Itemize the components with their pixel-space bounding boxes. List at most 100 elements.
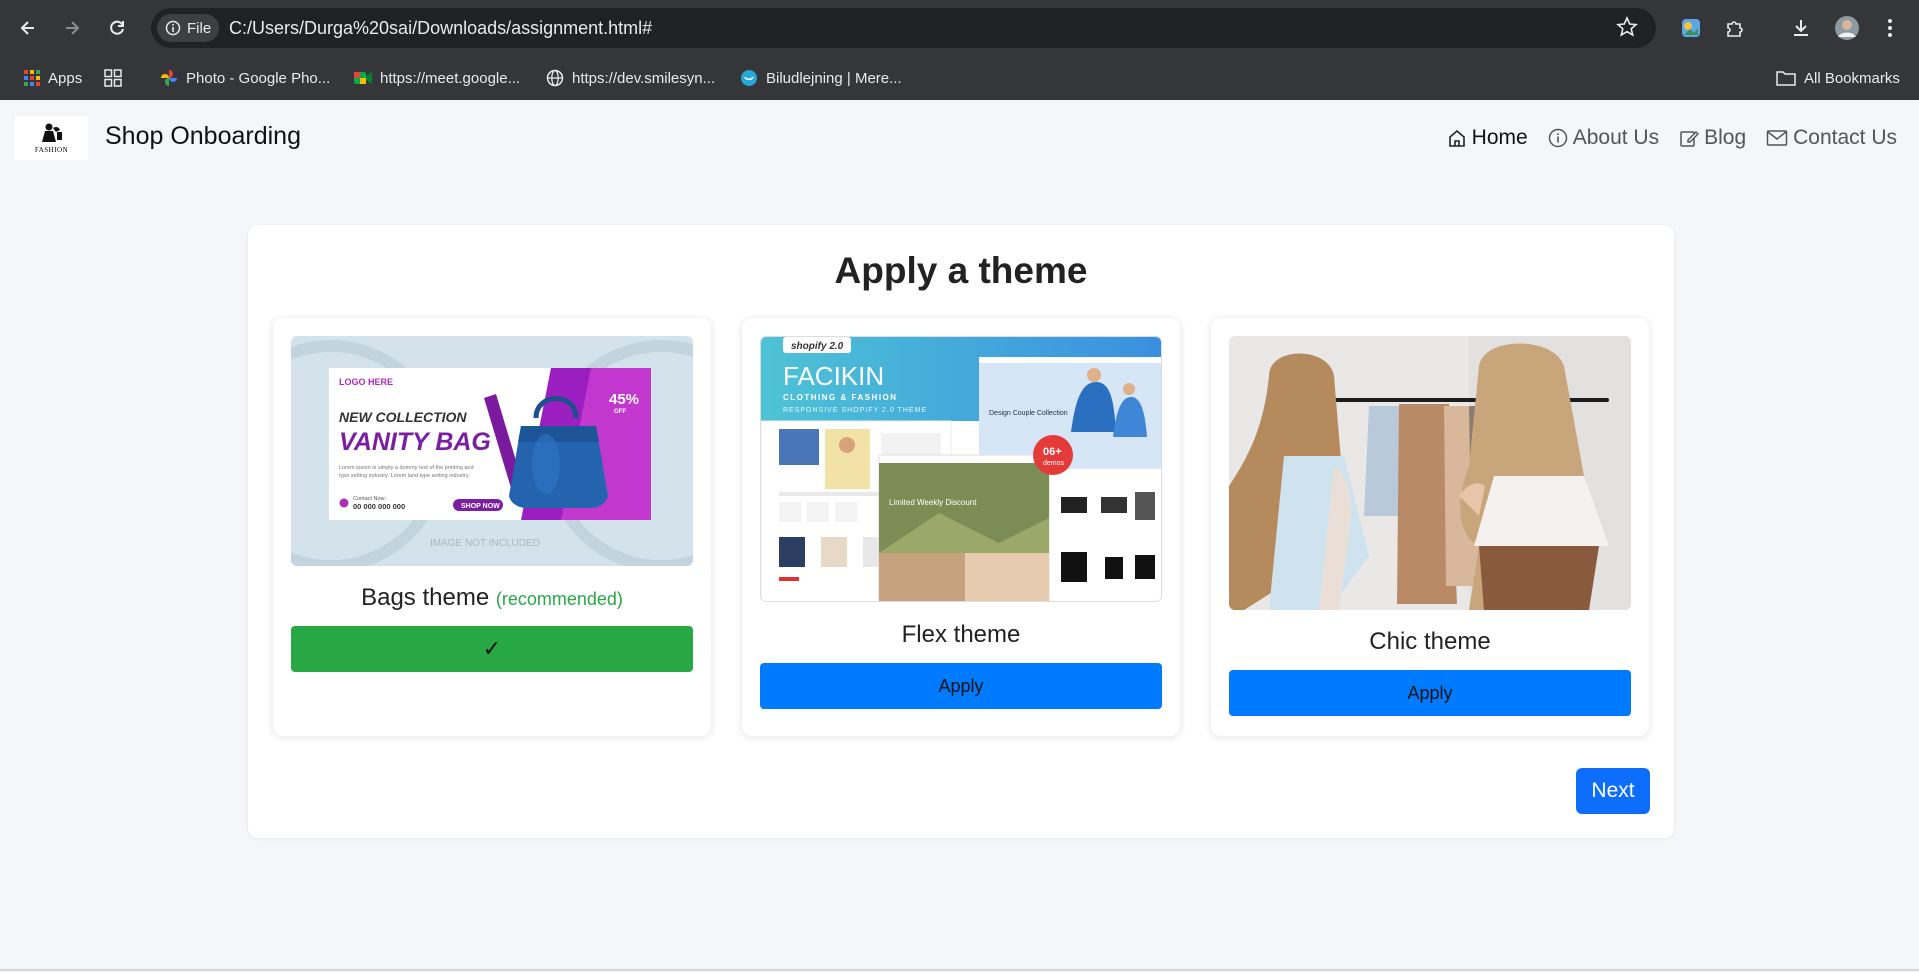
flex-card1-text: Design Couple Collection [989, 410, 1068, 417]
bookmark-tab-groups[interactable] [104, 66, 122, 90]
tab-groups-icon [104, 69, 122, 87]
bag-discount-text: 45% [609, 391, 639, 408]
theme-name-bags: Bags theme (recommended) [273, 584, 711, 612]
page-title: Apply a theme [834, 250, 1088, 291]
bag-body-text: Lorem ipsum is simply a dummy text of th… [339, 465, 474, 471]
nav-home[interactable]: Home [1447, 126, 1528, 150]
theme-card-bags: LOGO HERE NEW COLLECTION VANITY BAG Lore… [273, 318, 711, 736]
bag-logo-text: LOGO HERE [339, 377, 393, 387]
bookmark-label: https://meet.google... [380, 69, 521, 87]
reload-icon [110, 20, 124, 35]
check-icon: ✓ [482, 636, 502, 661]
bags-theme-preview[interactable]: LOGO HERE NEW COLLECTION VANITY BAG Lore… [291, 336, 693, 566]
info-icon [1548, 128, 1567, 148]
flex-demos-sub: demos [1043, 460, 1065, 467]
recommended-badge: (recommended) [495, 589, 623, 609]
star-icon [1616, 16, 1638, 37]
site-header: FASHION Shop Onboarding Home About Us Bl… [0, 100, 1919, 180]
apply-flex-button[interactable]: Apply [760, 663, 1162, 709]
nav-blog[interactable]: Blog [1679, 126, 1746, 150]
bookmark-biludlejning[interactable]: Biludlejning | Mere... [740, 66, 902, 90]
theme-name-chic: Chic theme [1369, 628, 1491, 655]
google-photos-icon [161, 70, 177, 86]
bookmark-google-photos[interactable]: Photo - Google Pho... [160, 66, 330, 90]
bookmark-star-button[interactable] [1616, 16, 1638, 43]
bag-shop-text: SHOP NOW [461, 503, 500, 510]
flex-tag2-text: RESPONSIVE SHOPIFY 2.0 THEME [783, 407, 927, 414]
logo-text: FASHION [34, 146, 69, 154]
apply-chic-button[interactable]: Apply [1229, 670, 1631, 716]
bookmark-label: Photo - Google Pho... [186, 69, 331, 87]
arrow-left-icon [20, 21, 34, 35]
bookmark-google-meet[interactable]: https://meet.google... [354, 66, 520, 90]
bookmark-label: https://dev.smilesyn... [572, 69, 716, 87]
google-meet-icon [354, 72, 372, 84]
all-bookmarks-button[interactable]: All Bookmarks [1776, 66, 1900, 90]
flex-demos-text: 06+ [1043, 446, 1062, 458]
bookmark-label: Apps [48, 69, 83, 87]
address-bar[interactable]: File C:/Users/Durga%20sai/Downloads/assi… [151, 8, 1656, 48]
all-bookmarks-label: All Bookmarks [1804, 69, 1900, 87]
page-bottom-divider [0, 969, 1919, 971]
bag-line2-text: VANITY BAG [339, 428, 491, 456]
flex-preview-image: shopify 2.0 FACIKIN CLOTHING & FASHION R… [761, 337, 1161, 601]
browser-chrome: File C:/Users/Durga%20sai/Downloads/assi… [0, 0, 1919, 142]
nav-blog-label: Blog [1704, 126, 1747, 149]
flex-theme-preview[interactable]: shopify 2.0 FACIKIN CLOTHING & FASHION R… [760, 336, 1162, 602]
nav-contact-us[interactable]: Contact Us [1766, 126, 1897, 150]
globe-icon [546, 69, 564, 87]
flex-badge-text: shopify 2.0 [791, 341, 844, 352]
folder-icon [1776, 71, 1796, 86]
bag-discount-sub: OFF [614, 409, 626, 415]
theme-card-chic: Chic theme Apply [1211, 318, 1649, 736]
forward-button[interactable] [56, 12, 88, 44]
extensions-menu-button[interactable] [1719, 12, 1751, 44]
bookmark-dev-smilesyn[interactable]: https://dev.smilesyn... [546, 66, 715, 90]
applied-check-button[interactable]: ✓ [291, 626, 693, 672]
flex-brand-text: FACIKIN [783, 361, 884, 391]
chic-theme-preview[interactable] [1229, 336, 1631, 610]
kebab-menu-icon [1888, 19, 1892, 37]
chic-preview-image [1229, 336, 1631, 610]
bag-footer-text: IMAGE NOT INCLUDED [430, 538, 540, 549]
main-nav: Home About Us Blog Contact Us [1447, 126, 1897, 150]
profile-button[interactable] [1831, 12, 1863, 44]
info-circle-icon [165, 20, 181, 36]
back-button[interactable] [12, 12, 44, 44]
nav-about-label: About Us [1572, 126, 1660, 149]
theme-name-label: Bags theme [361, 584, 490, 611]
browser-menu-button[interactable] [1874, 12, 1906, 44]
site-icon [741, 70, 757, 86]
edit-icon [1680, 130, 1700, 147]
bookmark-label: Biludlejning | Mere... [766, 69, 902, 87]
arrow-right-icon [66, 21, 80, 35]
bookmark-apps[interactable]: Apps [24, 66, 82, 90]
browser-toolbar: File C:/Users/Durga%20sai/Downloads/assi… [0, 0, 1919, 56]
apps-grid-icon [24, 70, 40, 86]
brand-logo[interactable]: FASHION [15, 116, 88, 160]
fashion-logo-icon [41, 123, 62, 142]
site-info-label: File [187, 19, 212, 37]
bag-contact-text: 00 000 000 000 [353, 502, 405, 511]
bags-preview-image: LOGO HERE NEW COLLECTION VANITY BAG Lore… [291, 336, 693, 566]
envelope-icon [1766, 130, 1788, 146]
downloads-button[interactable] [1785, 12, 1817, 44]
extension-button[interactable] [1675, 12, 1707, 44]
nav-contact-label: Contact Us [1793, 126, 1897, 149]
download-icon [1794, 20, 1808, 36]
theme-card-flex: shopify 2.0 FACIKIN CLOTHING & FASHION R… [742, 318, 1180, 736]
svg-text:type setting industry. Lorem l: type setting industry. Lorem land type s… [339, 473, 470, 479]
next-button[interactable]: Next [1576, 768, 1650, 814]
theme-name-flex: Flex theme [901, 621, 1021, 648]
extension-colorful-icon [1682, 19, 1700, 37]
site-info-chip[interactable]: File [157, 14, 219, 42]
avatar [1835, 16, 1859, 40]
home-icon [1448, 129, 1465, 147]
nav-about-us[interactable]: About Us [1548, 126, 1659, 150]
theme-selection-panel: Apply a theme LOGO HERE NEW COLLECTION V… [248, 225, 1674, 838]
reload-button[interactable] [101, 12, 133, 44]
url-text[interactable]: C:/Users/Durga%20sai/Downloads/assignmen… [229, 18, 652, 39]
bookmarks-bar: Apps Photo - Google Pho... https://meet.… [0, 56, 1919, 142]
brand-name[interactable]: Shop Onboarding [105, 122, 301, 151]
nav-home-label: Home [1471, 126, 1528, 149]
